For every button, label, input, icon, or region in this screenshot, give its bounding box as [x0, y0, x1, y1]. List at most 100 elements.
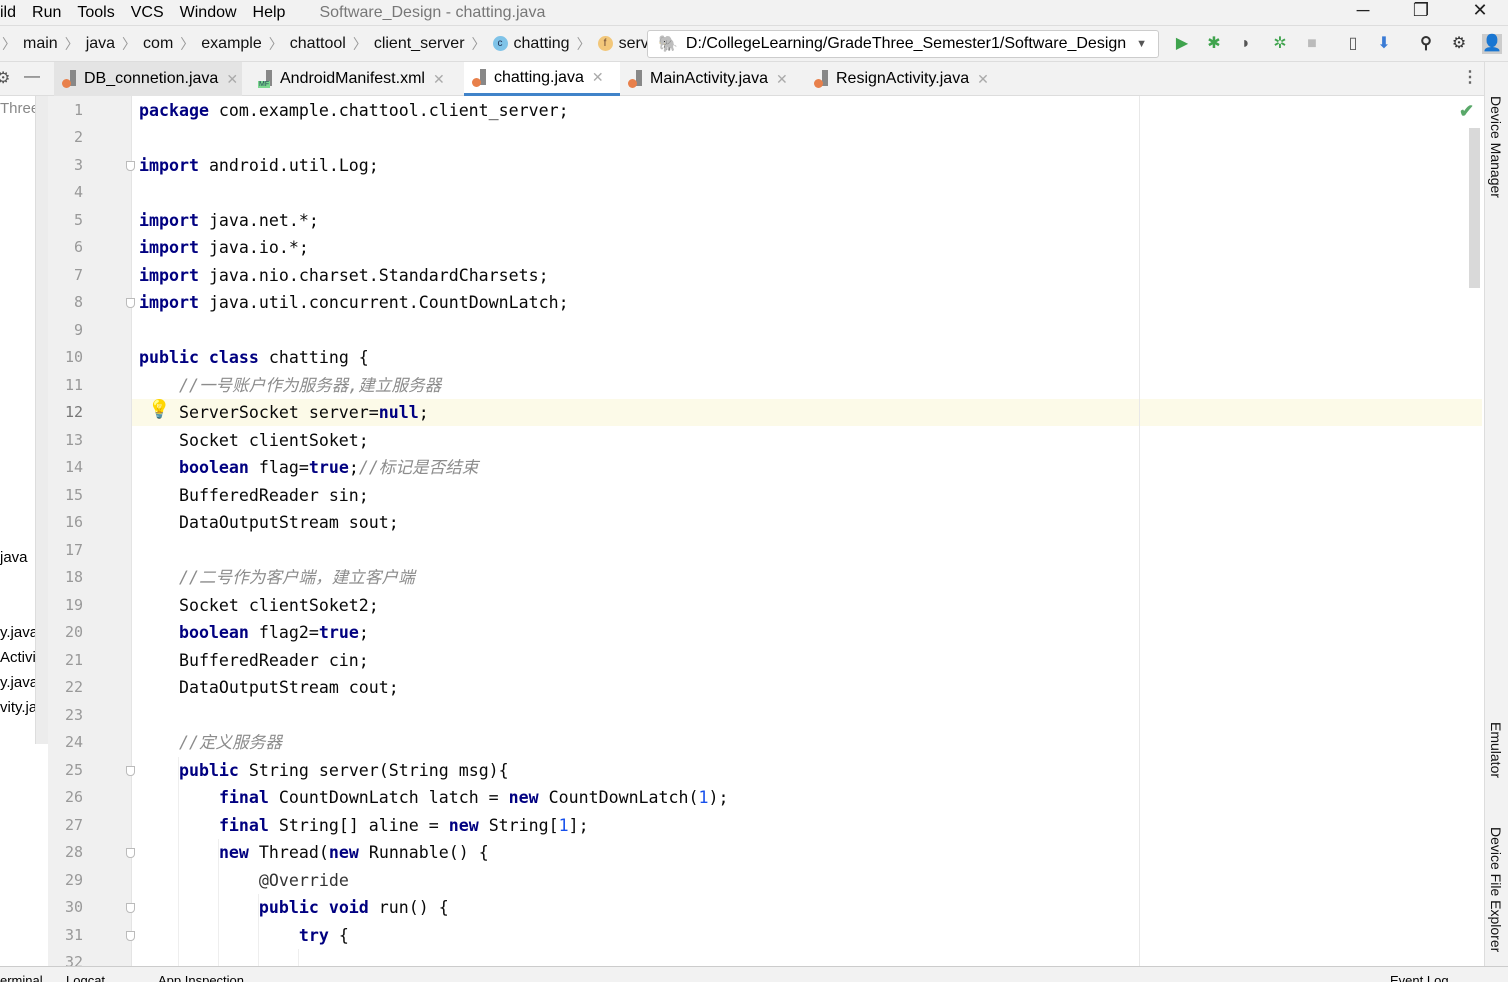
- project-item[interactable]: vity.java: [0, 699, 35, 716]
- code-token: //定义服务器: [178, 733, 282, 752]
- code-line: DataOutputStream sout;: [139, 509, 399, 537]
- code-token: Thread(: [248, 843, 329, 862]
- code-token: Socket clientSoket2;: [139, 595, 379, 615]
- fold-marker-icon[interactable]: [126, 930, 135, 941]
- close-tab-icon[interactable]: ✕: [776, 71, 788, 88]
- tab-androidmanifest-xml[interactable]: MF AndroidManifest.xml ✕: [250, 62, 458, 96]
- code-token: @Override: [258, 870, 349, 890]
- fold-marker-icon[interactable]: [126, 903, 135, 913]
- line-number: 15: [64, 485, 83, 504]
- chevron-down-icon: ▼: [1136, 38, 1148, 50]
- breadcrumb-item[interactable]: example: [201, 35, 261, 53]
- navigation-bar: 〉 main 〉 java 〉 com 〉 example 〉 chattool 〉 client_…: [0, 25, 1508, 62]
- menu-window[interactable]: Window: [172, 4, 245, 22]
- fold-marker-icon[interactable]: [126, 298, 135, 308]
- device-manager-icon[interactable]: ▯: [1343, 34, 1363, 54]
- project-item[interactable]: Three_S: [0, 100, 35, 117]
- device-manager-tool[interactable]: Device Manager: [1488, 96, 1504, 198]
- code-line: import android.util.Log;: [139, 152, 379, 180]
- search-icon[interactable]: ⚲: [1416, 34, 1436, 54]
- code-token: com.example.chattool.client_server;: [208, 100, 569, 120]
- more-tabs-icon[interactable]: ⋮: [1462, 67, 1478, 87]
- breadcrumb-item[interactable]: client_server: [374, 35, 465, 53]
- tab-label: AndroidManifest.xml: [280, 70, 425, 87]
- close-tab-icon[interactable]: ✕: [226, 71, 238, 88]
- code-token: CountDownLatch latch =: [268, 788, 509, 807]
- fold-marker-icon[interactable]: [126, 160, 135, 171]
- attach-debugger-icon[interactable]: ✲: [1270, 34, 1290, 54]
- code-token: final: [218, 788, 269, 807]
- emulator-tool[interactable]: Emulator: [1488, 722, 1504, 778]
- close-tab-icon[interactable]: ✕: [592, 69, 604, 86]
- stop-icon[interactable]: ■: [1302, 34, 1322, 54]
- menu-run[interactable]: Run: [24, 4, 69, 22]
- settings-icon[interactable]: ⚙: [1449, 34, 1469, 54]
- code-token: android.util.Log;: [198, 155, 379, 175]
- line-number: 7: [73, 265, 83, 284]
- editor-scrollbar[interactable]: [1469, 128, 1480, 288]
- event-log-tool[interactable]: Event Log: [1390, 973, 1449, 982]
- code-line: //定义服务器: [139, 729, 282, 757]
- menu-build[interactable]: ild: [0, 4, 24, 22]
- project-item[interactable]: y.java: [0, 674, 35, 691]
- project-item[interactable]: java: [0, 549, 28, 566]
- fold-marker-icon[interactable]: [126, 765, 135, 776]
- indent-guide: [178, 756, 179, 966]
- line-number: 18: [64, 568, 83, 586]
- restore-button[interactable]: ❐: [1398, 0, 1444, 25]
- code-token: null: [378, 403, 419, 422]
- line-number: 4: [73, 183, 83, 201]
- breadcrumb-item[interactable]: c chatting: [492, 35, 570, 53]
- code-token: final: [218, 815, 269, 835]
- line-number: 22: [64, 678, 83, 696]
- code-line: import java.util.concurrent.CountDownLat…: [139, 289, 569, 317]
- code-line: final CountDownLatch latch = new CountDo…: [139, 784, 729, 812]
- gradle-elephant-icon: 🐘: [658, 36, 678, 53]
- close-tab-icon[interactable]: ✕: [433, 71, 445, 88]
- tab-chatting-java[interactable]: chatting.java ✕: [464, 62, 620, 96]
- menu-tools[interactable]: Tools: [69, 4, 122, 22]
- menu-help[interactable]: Help: [245, 4, 294, 22]
- tab-label: ResignActivity.java: [836, 70, 970, 87]
- tab-resignactivity-java[interactable]: ResignActivity.java ✕: [806, 62, 996, 96]
- minimize-button[interactable]: ─: [1340, 0, 1386, 25]
- device-file-explorer-tool[interactable]: Device File Explorer: [1488, 827, 1504, 952]
- run-icon[interactable]: ▶: [1172, 34, 1192, 54]
- inspection-ok-check-icon[interactable]: ✔: [1459, 101, 1474, 122]
- code-editor[interactable]: package com.example.chattool.client_serv…: [132, 96, 1468, 966]
- breadcrumb-item[interactable]: chattool: [290, 35, 346, 53]
- project-item[interactable]: Activit: [0, 649, 35, 666]
- logcat-tool[interactable]: Logcat: [66, 973, 105, 982]
- code-token: flag2=: [248, 623, 319, 642]
- lightbulb-icon[interactable]: 💡: [148, 399, 170, 420]
- breadcrumb-label: example: [201, 34, 262, 52]
- app-inspection-tool[interactable]: App Inspection: [158, 973, 244, 982]
- sdk-manager-icon[interactable]: ⬇: [1374, 34, 1394, 54]
- collapse-icon[interactable]: —: [24, 68, 40, 86]
- coverage-icon[interactable]: ◗: [1236, 34, 1256, 54]
- breadcrumb-item[interactable]: com: [143, 35, 173, 53]
- breadcrumb-item[interactable]: java: [86, 35, 115, 53]
- code-token: import: [139, 155, 199, 175]
- code-token: run() {: [368, 898, 449, 917]
- menu-vcs[interactable]: VCS: [123, 4, 172, 22]
- debug-icon[interactable]: ✱: [1204, 34, 1224, 54]
- code-token: public class: [139, 348, 259, 367]
- terminal-tool[interactable]: erminal: [0, 973, 43, 982]
- chevron-icon: 〉: [576, 35, 591, 52]
- run-configuration-path: D:/CollegeLearning/GradeThree_Semester1/…: [685, 35, 1127, 52]
- close-tab-icon[interactable]: ✕: [977, 71, 989, 88]
- run-configuration-select[interactable]: 🐘 D:/CollegeLearning/GradeThree_Semester…: [647, 30, 1159, 58]
- settings-icon[interactable]: ⚙: [0, 68, 10, 88]
- line-number: 10: [64, 348, 83, 366]
- fold-marker-icon[interactable]: [126, 848, 135, 858]
- chevron-icon: 〉: [352, 35, 367, 52]
- code-token: //二号作为客户端，建立客户端: [178, 568, 415, 587]
- close-button[interactable]: ✕: [1457, 0, 1503, 25]
- tab-mainactivity-java[interactable]: MainActivity.java ✕: [620, 62, 800, 96]
- project-scrollbar[interactable]: [35, 96, 48, 744]
- avatar-icon[interactable]: 👤: [1482, 34, 1502, 54]
- project-item[interactable]: y.java: [0, 624, 35, 641]
- tab-db_connetion-java[interactable]: DB_connetion.java ✕: [54, 62, 242, 96]
- breadcrumb-item[interactable]: main: [23, 35, 58, 53]
